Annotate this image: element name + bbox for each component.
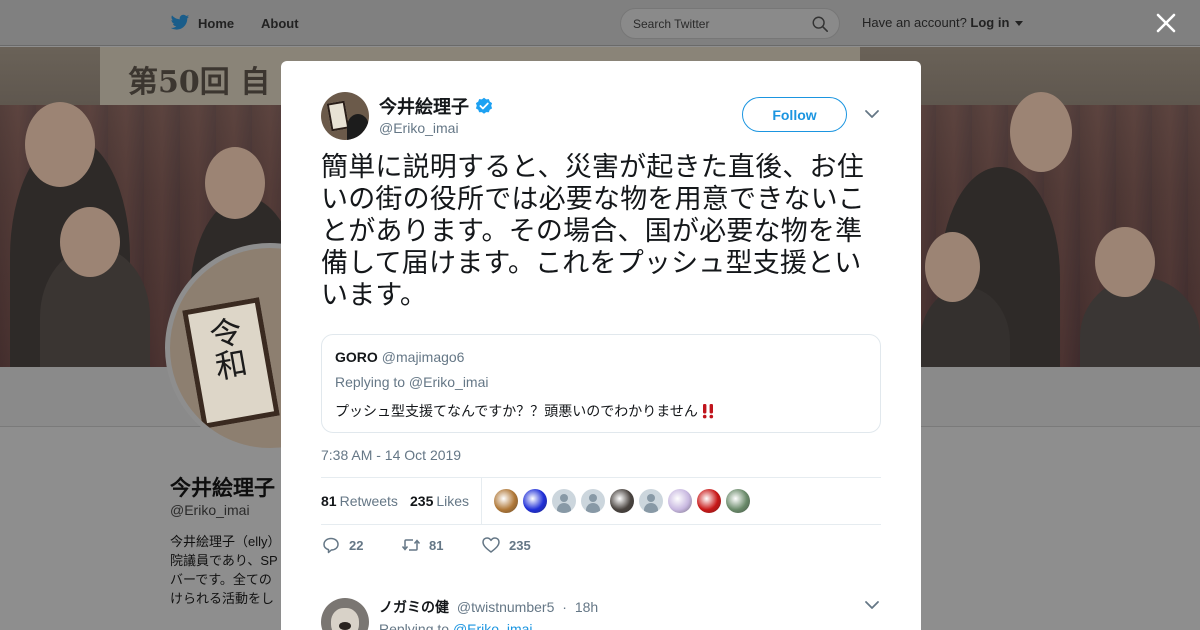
search-placeholder: Search Twitter (633, 17, 710, 31)
author-name[interactable]: 今井絵理子 (379, 93, 469, 119)
tweet-timestamp[interactable]: 7:38 AM - 14 Oct 2019 (321, 447, 461, 463)
verified-badge-icon (475, 97, 493, 114)
avatar-plaque: 令和 (182, 297, 280, 429)
reply-separator: · (562, 599, 567, 615)
likes-label: Likes (436, 493, 470, 509)
banner-sign-text: 第50回 自 (128, 65, 271, 100)
likes-stat[interactable]: 235 Likes (410, 493, 469, 509)
reply-button[interactable]: 22 (321, 535, 363, 555)
profile-bio: 今井絵理子（elly） 院議員であり、SP バーです。全ての けられる活動をし (170, 532, 282, 608)
reply-replying-to: Replying to @Eriko_imai (379, 621, 533, 630)
login-link[interactable]: Log in (970, 15, 1009, 30)
chevron-down-icon[interactable] (1015, 20, 1024, 27)
quoted-text-row: プッシュ型支援てなんですか？？頭悪いのでわかりません (335, 401, 716, 421)
retweet-icon (401, 539, 421, 551)
follow-button[interactable]: Follow (742, 97, 847, 132)
banner-face (1010, 92, 1072, 172)
reply-count: 22 (349, 537, 364, 553)
liker-avatar[interactable] (523, 489, 547, 513)
quoted-author-handle: @majimago6 (381, 349, 465, 365)
like-button[interactable]: 235 (481, 535, 531, 555)
chevron-down-icon[interactable] (864, 107, 880, 121)
reply-time[interactable]: 18h (575, 599, 598, 615)
reply-author-name[interactable]: ノガミの健 (379, 600, 449, 616)
twitter-bird-icon (170, 14, 190, 30)
profile-name: 今井絵理子 (170, 477, 275, 500)
retweets-stat[interactable]: 81 Retweets (321, 493, 398, 509)
liker-avatar[interactable] (697, 489, 721, 513)
banner-face (25, 102, 95, 187)
author-name-row[interactable]: 今井絵理子 (379, 93, 493, 119)
search-input[interactable]: Search Twitter (620, 8, 840, 39)
reply-replying-prefix: Replying to (379, 621, 450, 630)
tweet-modal: 今井絵理子 @Eriko_imai Follow 簡単に説明すると、災害が起きた… (281, 61, 921, 630)
close-icon[interactable] (1155, 12, 1177, 34)
double-exclamation-icon (702, 404, 713, 419)
account-prompt-text: Have an account? (862, 15, 967, 30)
retweet-button[interactable]: 81 (401, 535, 443, 555)
tweet-stats: 81 Retweets 235 Likes (321, 477, 881, 525)
banner-face (925, 232, 980, 302)
like-count: 235 (509, 537, 531, 553)
tweet-text: 簡単に説明すると、災害が起きた直後、お住いの街の役所では必要な物を用意できないこ… (321, 152, 865, 311)
quoted-tweet[interactable]: GORO @majimago6 Replying to @Eriko_imai プ… (321, 334, 881, 433)
reply-icon (323, 537, 339, 554)
profile-bio-line: 今井絵理子（elly） (170, 534, 281, 549)
author-handle[interactable]: @Eriko_imai (379, 120, 459, 136)
quoted-author[interactable]: GORO @majimago6 (335, 349, 464, 365)
profile-bio-line: けられる活動をし (170, 591, 275, 606)
liker-avatar[interactable] (610, 489, 634, 513)
banner-face (60, 207, 120, 277)
tweet-actions: 22 81 235 (321, 535, 881, 557)
liker-avatar[interactable] (726, 489, 750, 513)
quoted-replying-to: Replying to @Eriko_imai (335, 374, 489, 390)
stats-divider (481, 478, 482, 525)
account-prompt: Have an account? Log in (862, 15, 1024, 30)
quoted-text: プッシュ型支援てなんですか？？頭悪いのでわかりません (335, 404, 698, 420)
reply-header: ノガミの健 @twistnumber5 · 18h (379, 597, 598, 617)
author-avatar[interactable] (321, 92, 369, 140)
retweet-count: 81 (429, 537, 444, 553)
liker-avatar[interactable] (494, 489, 518, 513)
liker-avatar[interactable] (581, 489, 605, 513)
chevron-down-icon[interactable] (864, 598, 880, 612)
nav-home-label: Home (198, 15, 235, 31)
reply-replying-handle[interactable]: @Eriko_imai (453, 621, 533, 630)
nav-home-link[interactable]: Home (170, 0, 234, 46)
liker-avatars (494, 489, 755, 513)
search-icon[interactable] (811, 15, 829, 33)
liker-avatar[interactable] (552, 489, 576, 513)
top-navigation: Home About Search Twitter Have an accoun… (0, 0, 1200, 46)
liker-avatar[interactable] (639, 489, 663, 513)
banner-face (205, 147, 265, 219)
likes-count: 235 (410, 493, 434, 509)
reply-author-avatar[interactable] (321, 598, 369, 630)
retweets-count: 81 (321, 493, 337, 509)
profile-bio-line: バーです。全ての (170, 572, 272, 587)
liker-avatar[interactable] (668, 489, 692, 513)
avatar-plaque-text: 令和 (202, 313, 251, 384)
retweets-label: Retweets (339, 493, 398, 509)
banner-face (1095, 227, 1155, 297)
quoted-author-name: GORO (335, 349, 378, 365)
reply-author-handle[interactable]: @twistnumber5 (457, 599, 554, 615)
profile-bio-line: 院議員であり、SP (170, 553, 278, 568)
profile-handle: @Eriko_imai (170, 502, 250, 518)
heart-icon (482, 537, 500, 553)
nav-about-link[interactable]: About (261, 0, 299, 46)
